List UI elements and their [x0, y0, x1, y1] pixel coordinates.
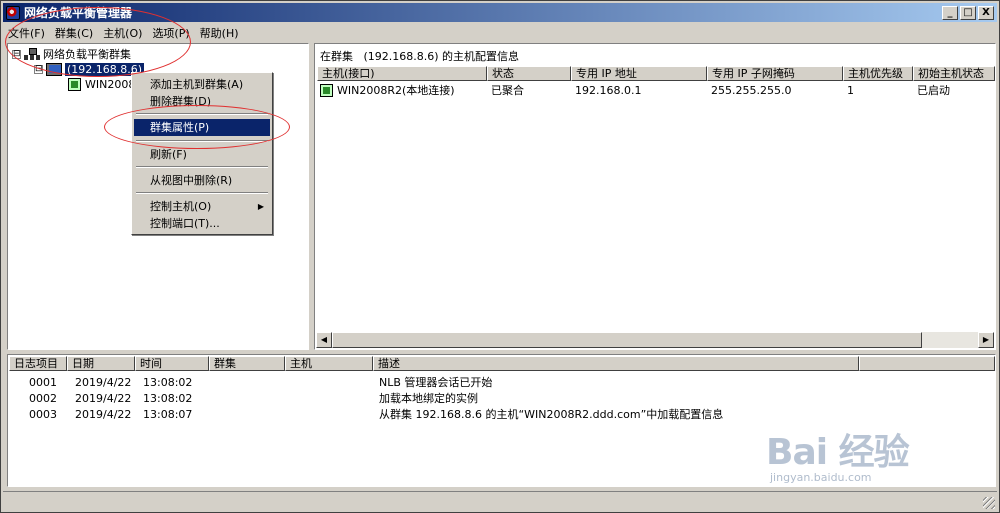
- tree-root-label: 网络负载平衡群集: [43, 48, 131, 61]
- log-row[interactable]: 0002 2019/4/22 13:08:02 加载本地绑定的实例: [9, 390, 859, 406]
- tree-cluster-collapse-icon[interactable]: ⊟: [34, 64, 43, 74]
- status-bar: [3, 491, 997, 511]
- menu-help[interactable]: 帮助(H): [195, 25, 244, 41]
- scroll-right-button[interactable]: ▶: [978, 332, 994, 348]
- ctx-refresh[interactable]: 刷新(F): [134, 146, 270, 163]
- log-col-date[interactable]: 日期: [67, 356, 135, 371]
- log-row[interactable]: 0003 2019/4/22 13:08:07 从群集 192.168.8.6 …: [9, 406, 859, 422]
- tree-host-node[interactable]: WIN2008: [68, 77, 135, 91]
- close-button[interactable]: X: [978, 5, 994, 20]
- log-cell-description: 加载本地绑定的实例: [379, 392, 478, 405]
- menu-bar: 文件(F) 群集(C) 主机(O) 选项(P) 帮助(H): [3, 23, 997, 42]
- log-cell-entry: 0003: [29, 407, 57, 421]
- resize-grip-icon[interactable]: [983, 497, 995, 509]
- log-col-filler: [859, 356, 995, 371]
- ctx-cluster-properties[interactable]: 群集属性(P): [134, 119, 270, 136]
- ctx-separator: [136, 140, 268, 142]
- cell-status: 已聚合: [491, 84, 524, 97]
- col-host-interface[interactable]: 主机(接口): [317, 66, 487, 81]
- horizontal-scrollbar[interactable]: ◀ ▶: [316, 332, 994, 348]
- log-col-host[interactable]: 主机: [285, 356, 373, 371]
- menu-cluster[interactable]: 群集(C): [50, 25, 98, 41]
- log-cell-date: 2019/4/22: [75, 375, 132, 389]
- log-col-description[interactable]: 描述: [373, 356, 859, 371]
- title-bar[interactable]: 网络负载平衡管理器 _ □ X: [3, 3, 997, 22]
- nlb-manager-window: 网络负载平衡管理器 _ □ X 文件(F) 群集(C) 主机(O) 选项(P) …: [0, 0, 1000, 513]
- cluster-icon: [46, 62, 62, 76]
- ctx-control-host-label: 控制主机(O): [150, 200, 212, 213]
- menu-options[interactable]: 选项(P): [147, 25, 194, 41]
- ctx-separator: [136, 166, 268, 168]
- submenu-arrow-icon: ▶: [257, 202, 264, 211]
- window-title: 网络负载平衡管理器: [24, 6, 133, 20]
- log-cell-time: 13:08:07: [143, 407, 193, 421]
- log-cell-date: 2019/4/22: [75, 407, 132, 421]
- log-row[interactable]: 0001 2019/4/22 13:08:02 NLB 管理器会话已开始: [9, 374, 859, 390]
- host-config-pane: 在群集 (192.168.8.6) 的主机配置信息 主机(接口) 状态 专用 I…: [314, 43, 996, 350]
- network-icon: [24, 47, 40, 61]
- col-subnet-mask[interactable]: 专用 IP 子网掩码: [707, 66, 843, 81]
- tree-host-label: WIN2008: [85, 77, 136, 91]
- log-col-cluster[interactable]: 群集: [209, 356, 285, 371]
- log-col-entry[interactable]: 日志项目: [9, 356, 67, 371]
- col-dedicated-ip[interactable]: 专用 IP 地址: [571, 66, 707, 81]
- menu-file[interactable]: 文件(F): [3, 25, 50, 41]
- col-initial-host-state[interactable]: 初始主机状态: [913, 66, 995, 81]
- log-table-header: 日志项目 日期 时间 群集 主机 描述: [9, 356, 995, 372]
- maximize-button[interactable]: □: [960, 5, 976, 20]
- host-icon: [68, 77, 81, 91]
- baidu-watermark: Bai 经验 jingyan.baidu.com: [766, 419, 996, 489]
- host-config-caption: 在群集 (192.168.8.6) 的主机配置信息: [320, 50, 520, 63]
- tree-cluster-node[interactable]: ⊟ (192.168.8.6): [34, 62, 145, 76]
- host-table-header: 主机(接口) 状态 专用 IP 地址 专用 IP 子网掩码 主机优先级 初始主机…: [317, 66, 995, 81]
- minimize-button[interactable]: _: [942, 5, 958, 20]
- cell-host-interface: WIN2008R2(本地连接): [317, 82, 487, 98]
- menu-host[interactable]: 主机(O): [98, 25, 147, 41]
- col-host-priority[interactable]: 主机优先级: [843, 66, 913, 81]
- log-cell-entry: 0001: [29, 375, 57, 389]
- tree-root-node[interactable]: ⊟ 网络负载平衡群集: [12, 47, 131, 61]
- scroll-left-button[interactable]: ◀: [316, 332, 332, 348]
- ctx-delete-cluster[interactable]: 删除群集(D): [134, 93, 270, 110]
- log-col-time[interactable]: 时间: [135, 356, 209, 371]
- host-icon: [320, 83, 333, 97]
- cell-host-priority: 1: [847, 83, 854, 97]
- col-status[interactable]: 状态: [487, 66, 571, 81]
- cell-subnet-mask: 255.255.255.0: [711, 83, 792, 97]
- log-cell-description: NLB 管理器会话已开始: [379, 376, 493, 389]
- cell-initial-host-state: 已启动: [917, 84, 950, 97]
- ctx-separator: [136, 192, 268, 194]
- scroll-track[interactable]: [922, 332, 978, 348]
- log-cell-time: 13:08:02: [143, 375, 193, 389]
- tree-root-collapse-icon[interactable]: ⊟: [12, 49, 21, 59]
- ctx-add-host-to-cluster[interactable]: 添加主机到群集(A): [134, 76, 270, 93]
- scroll-thumb[interactable]: [332, 332, 922, 348]
- ctx-remove-from-view[interactable]: 从视图中删除(R): [134, 172, 270, 189]
- table-row[interactable]: WIN2008R2(本地连接) 已聚合 192.168.0.1 255.255.…: [317, 82, 995, 98]
- ctx-separator: [136, 113, 268, 115]
- watermark-url: jingyan.baidu.com: [770, 471, 872, 484]
- ctx-control-host[interactable]: 控制主机(O) ▶: [134, 198, 270, 215]
- cluster-context-menu: 添加主机到群集(A) 删除群集(D) 群集属性(P) 刷新(F) 从视图中删除(…: [131, 72, 273, 235]
- log-cell-date: 2019/4/22: [75, 391, 132, 405]
- cell-dedicated-ip: 192.168.0.1: [575, 83, 642, 97]
- watermark-logo: Bai 经验: [766, 432, 910, 473]
- log-cell-entry: 0002: [29, 391, 57, 405]
- ctx-control-ports[interactable]: 控制端口(T)...: [134, 215, 270, 232]
- nlb-app-icon: [6, 5, 20, 20]
- log-cell-time: 13:08:02: [143, 391, 193, 405]
